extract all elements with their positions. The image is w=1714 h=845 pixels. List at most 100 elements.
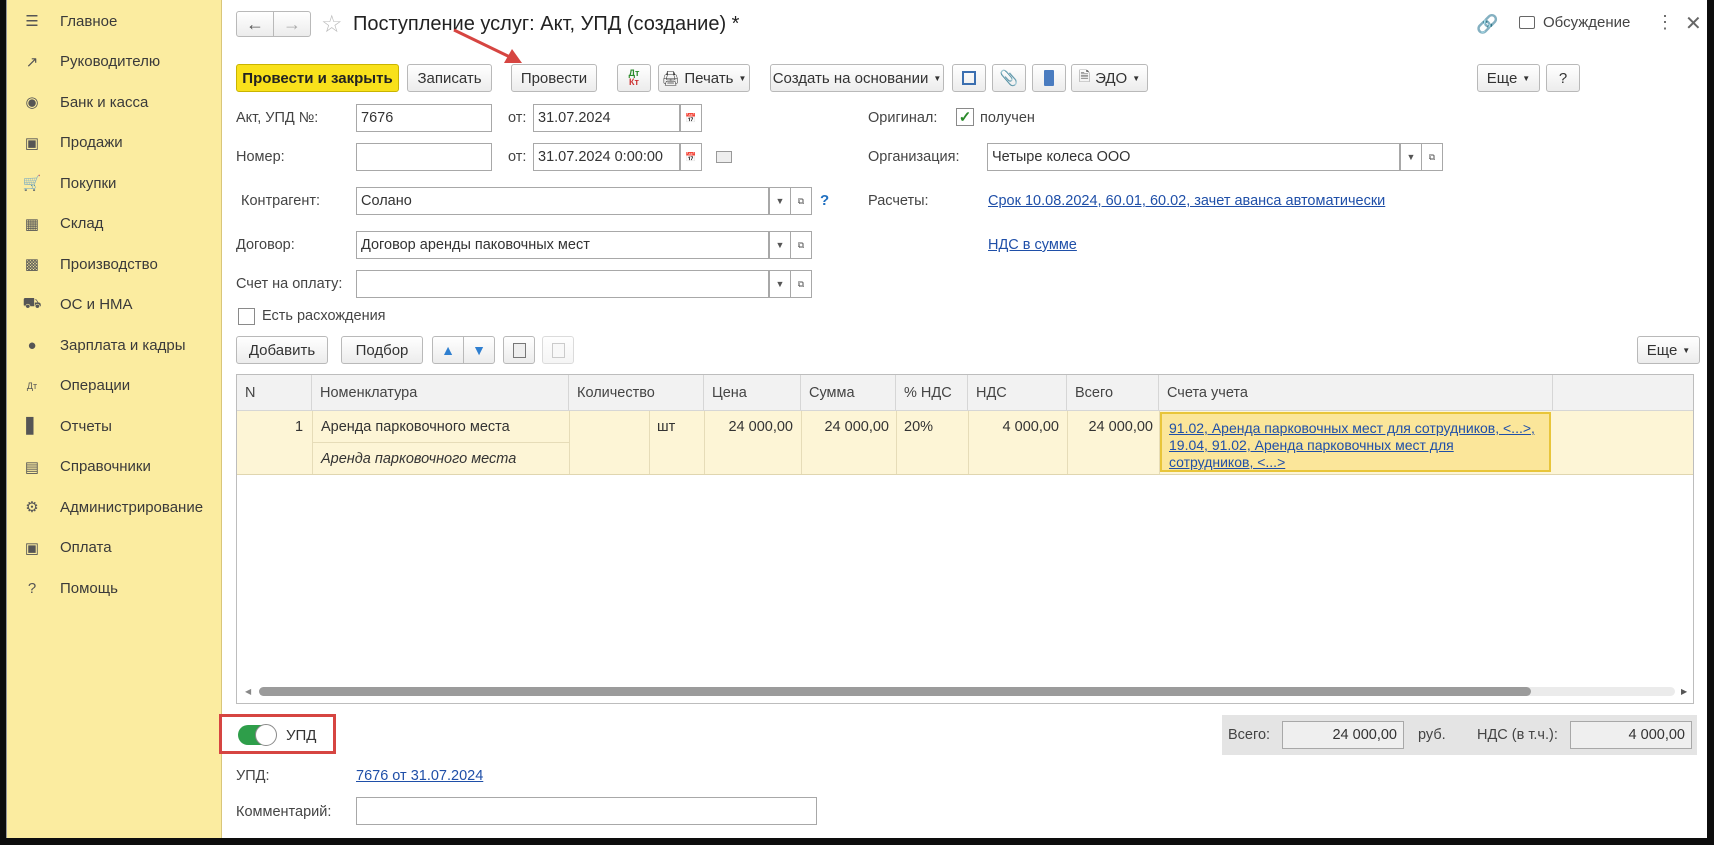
act-number-input[interactable]: 7676 xyxy=(356,104,492,132)
vat-in-sum-link[interactable]: НДС в сумме xyxy=(988,237,1077,253)
sidebar-item[interactable]: ▋ Отчеты xyxy=(7,407,221,445)
scrollbar-thumb[interactable] xyxy=(259,687,1531,696)
contract-input[interactable]: Договор аренды паковочных мест xyxy=(356,231,769,259)
paste-rows-button[interactable] xyxy=(542,336,574,364)
move-up-button[interactable]: ▲ xyxy=(432,336,464,364)
sidebar-item[interactable]: ▣ Продажи xyxy=(7,124,221,162)
column-header-sum[interactable]: Сумма xyxy=(801,375,896,411)
back-button[interactable]: ← xyxy=(236,11,274,37)
sidebar-item[interactable]: ⛟ ОС и НМА xyxy=(7,286,221,324)
upd-toggle-label: УПД xyxy=(286,727,317,744)
sidebar-item[interactable]: 🛒 Покупки xyxy=(7,164,221,202)
create-based-on-button[interactable]: Создать на основании ▼ xyxy=(770,64,944,92)
sidebar-item[interactable]: ◉ Банк и касса xyxy=(7,83,221,121)
calculator-button[interactable] xyxy=(1032,64,1066,92)
printer-icon: 🖨 xyxy=(661,69,680,86)
star-icon[interactable]: ☆ xyxy=(321,10,343,39)
act-date-input[interactable]: 31.07.2024 xyxy=(533,104,680,132)
column-header-vat[interactable]: НДС xyxy=(968,375,1067,411)
upd-label: УПД: xyxy=(236,768,270,784)
payments-link[interactable]: Срок 10.08.2024, 60.01, 60.02, зачет ава… xyxy=(988,193,1385,209)
cell-sum[interactable]: 24 000,00 xyxy=(807,419,889,435)
help-button[interactable]: ? xyxy=(1546,64,1580,92)
attach-button[interactable]: 📎 xyxy=(992,64,1026,92)
column-divider xyxy=(569,411,570,474)
cell-price[interactable]: 24 000,00 xyxy=(711,419,793,435)
cell-item[interactable]: Аренда парковочного места xyxy=(321,419,510,435)
number-date-input[interactable]: 31.07.2024 0:00:00 xyxy=(533,143,680,171)
sidebar-item[interactable]: ↗ Руководителю xyxy=(7,43,221,81)
cell-accounts-selected[interactable]: 91.02, Аренда парковочных мест для сотру… xyxy=(1160,412,1551,472)
cell-unit[interactable]: шт xyxy=(657,419,675,435)
horizontal-scrollbar[interactable] xyxy=(259,687,1675,696)
sidebar-item[interactable]: ▦ Склад xyxy=(7,205,221,243)
scroll-right-icon[interactable]: ▶ xyxy=(1681,687,1687,696)
discrepancy-checkbox[interactable] xyxy=(238,308,255,325)
scroll-left-icon[interactable]: ◀ xyxy=(245,687,251,696)
number-input[interactable] xyxy=(356,143,492,171)
contractor-help-icon[interactable]: ? xyxy=(820,192,829,209)
add-row-button[interactable]: Добавить xyxy=(236,336,328,364)
copy-rows-button[interactable] xyxy=(503,336,535,364)
dt-kt-button[interactable]: Дт Кт xyxy=(617,64,651,92)
sidebar-item[interactable]: ▩ Производство xyxy=(7,245,221,283)
cell-item-content[interactable]: Аренда парковочного места xyxy=(321,451,516,467)
column-header-total[interactable]: Всего xyxy=(1067,375,1159,411)
column-header-item[interactable]: Номенклатура xyxy=(312,375,569,411)
link-icon[interactable]: 🔗 xyxy=(1476,14,1498,35)
comment-input[interactable] xyxy=(356,797,817,825)
move-down-button[interactable]: ▼ xyxy=(463,336,495,364)
invoice-input[interactable] xyxy=(356,270,769,298)
sidebar-item-label: ОС и НМА xyxy=(60,296,133,313)
table-row[interactable]: 1 Аренда парковочного места Аренда парко… xyxy=(237,411,1693,475)
contractor-input[interactable]: Солано xyxy=(356,187,769,215)
column-header-n[interactable]: N xyxy=(237,375,312,411)
print-button[interactable]: 🖨 Печать ▼ xyxy=(658,64,750,92)
sidebar-item[interactable]: ? Помощь xyxy=(7,569,221,607)
sidebar-item[interactable]: ⚙ Администрирование xyxy=(7,488,221,526)
column-header-quantity[interactable]: Количество xyxy=(569,375,704,411)
organization-open-button[interactable]: ⧉ xyxy=(1421,143,1443,171)
annotation-arrow xyxy=(453,28,522,63)
contractor-dropdown-button[interactable]: ▼ xyxy=(769,187,791,215)
accounts-link[interactable]: 91.02, Аренда парковочных мест для сотру… xyxy=(1169,420,1539,471)
sidebar-item[interactable]: Дт Операции xyxy=(7,367,221,405)
cell-vat-rate[interactable]: 20% xyxy=(904,419,933,435)
original-received-checkbox[interactable]: ✓ xyxy=(956,108,974,126)
more-vertical-icon[interactable]: ⋮ xyxy=(1656,12,1674,33)
organization-input[interactable]: Четыре колеса ООО xyxy=(987,143,1400,171)
contractor-open-button[interactable]: ⧉ xyxy=(790,187,812,215)
more-button[interactable]: Еще ▼ xyxy=(1477,64,1540,92)
column-header-vat-rate[interactable]: % НДС xyxy=(896,375,968,411)
sidebar-item[interactable]: ▣ Оплата xyxy=(7,529,221,567)
cell-total[interactable]: 24 000,00 xyxy=(1073,419,1153,435)
structure-button[interactable] xyxy=(952,64,986,92)
sidebar-item[interactable]: ▤ Справочники xyxy=(7,448,221,486)
page-title: Поступление услуг: Акт, УПД (создание) * xyxy=(353,13,740,35)
organization-dropdown-button[interactable]: ▼ xyxy=(1400,143,1422,171)
invoice-dropdown-button[interactable]: ▼ xyxy=(769,270,791,298)
invoice-label: Счет на оплату: xyxy=(236,276,343,292)
calendar-icon[interactable]: 📅 xyxy=(680,143,702,171)
sidebar-item-label: Производство xyxy=(60,255,158,273)
column-header-accounts[interactable]: Счета учета xyxy=(1159,375,1553,411)
sidebar-item[interactable]: ● Зарплата и кадры xyxy=(7,326,221,364)
upd-document-link[interactable]: 7676 от 31.07.2024 xyxy=(356,768,483,784)
forward-button[interactable]: → xyxy=(273,11,311,37)
pick-button[interactable]: Подбор xyxy=(341,336,423,364)
table-more-button[interactable]: Еще ▼ xyxy=(1637,336,1700,364)
post-and-close-button[interactable]: Провести и закрыть xyxy=(236,64,399,92)
number-edit-icon[interactable] xyxy=(716,151,732,163)
invoice-open-button[interactable]: ⧉ xyxy=(790,270,812,298)
column-header-price[interactable]: Цена xyxy=(704,375,801,411)
print-label: Печать xyxy=(684,69,734,87)
close-icon[interactable]: ✕ xyxy=(1685,11,1702,36)
cell-vat[interactable]: 4 000,00 xyxy=(975,419,1059,435)
contract-open-button[interactable]: ⧉ xyxy=(790,231,812,259)
contract-dropdown-button[interactable]: ▼ xyxy=(769,231,791,259)
upd-toggle[interactable] xyxy=(238,724,277,746)
edo-button[interactable]: 🗎 ЭДО ▼ xyxy=(1071,64,1148,92)
discussion-button[interactable]: Обсуждение xyxy=(1519,14,1630,31)
sidebar-item[interactable]: ☰ Главное xyxy=(7,2,221,40)
calendar-icon[interactable]: 📅 xyxy=(680,104,702,132)
